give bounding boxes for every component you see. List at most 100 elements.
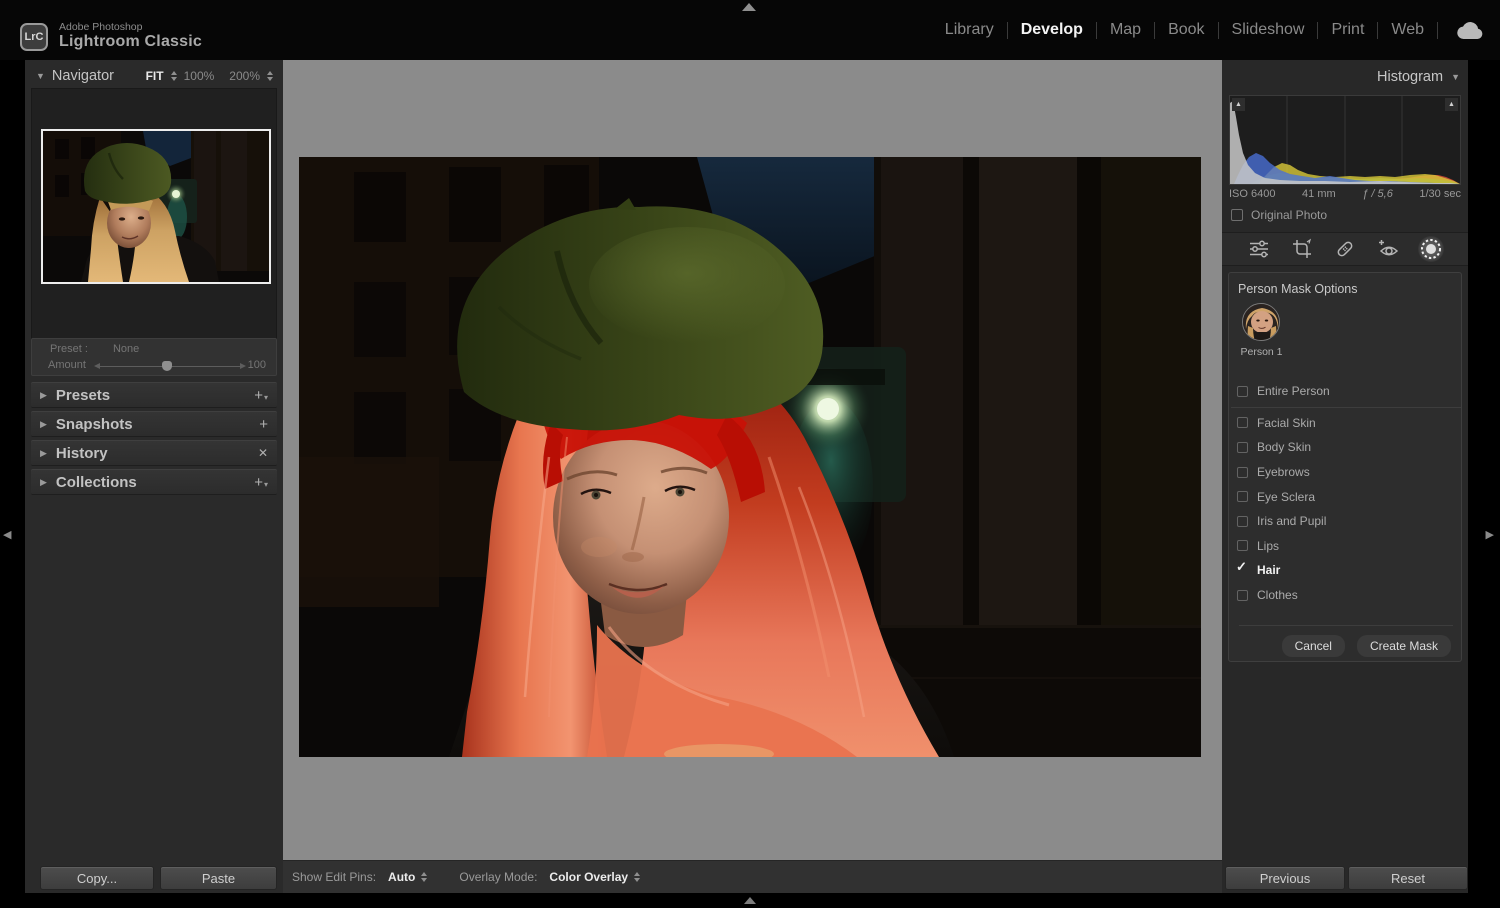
option-entire-person[interactable]: Entire Person	[1229, 379, 1463, 404]
mask-panel-buttons: Cancel Create Mask	[1282, 635, 1451, 657]
zoom-fit-stepper-icon[interactable]	[171, 71, 177, 81]
module-develop[interactable]: Develop	[1021, 21, 1083, 39]
section-history[interactable]: ▶ History ✕	[31, 440, 277, 466]
section-label: History	[56, 445, 108, 462]
cancel-button[interactable]: Cancel	[1282, 635, 1345, 657]
exif-aperture: ƒ / 5,6	[1362, 188, 1393, 200]
section-label: Snapshots	[56, 416, 133, 433]
expand-icon: ▶	[40, 390, 47, 401]
show-edit-pins-stepper-icon[interactable]	[421, 872, 427, 882]
section-label: Presets	[56, 387, 110, 404]
add-collection-button[interactable]: +▾	[254, 474, 268, 491]
add-preset-button[interactable]: +▾	[254, 387, 268, 404]
add-snapshot-button[interactable]: +	[259, 416, 268, 433]
preset-row: Preset : None	[50, 343, 139, 355]
option-facial-skin[interactable]: Facial Skin	[1229, 411, 1463, 436]
overlay-mode-dropdown[interactable]: Color Overlay	[549, 870, 628, 884]
shadow-clipping-indicator[interactable]: ▲	[1232, 98, 1245, 111]
clear-history-button[interactable]: ✕	[258, 446, 268, 460]
crop-tool-icon[interactable]	[1289, 236, 1315, 262]
paste-button[interactable]: Paste	[160, 866, 277, 890]
module-library[interactable]: Library	[945, 21, 994, 39]
exif-iso: ISO 6400	[1229, 188, 1275, 200]
create-mask-button[interactable]: Create Mask	[1357, 635, 1451, 657]
original-photo-row[interactable]: Original Photo	[1231, 208, 1327, 222]
cloud-sync-icon[interactable]	[1457, 21, 1484, 40]
masking-tool-icon[interactable]	[1418, 236, 1444, 262]
navigator-preview-area	[31, 88, 277, 360]
checkbox[interactable]	[1237, 417, 1248, 428]
amount-value: 100	[248, 359, 266, 371]
zoom-level-stepper-icon[interactable]	[267, 71, 273, 81]
red-eye-tool-icon[interactable]	[1375, 236, 1401, 262]
bottom-panel-collapse-arrow[interactable]	[744, 897, 756, 904]
section-snapshots[interactable]: ▶ Snapshots +	[31, 411, 277, 437]
preset-amount-box: Preset : None Amount 100	[31, 338, 277, 376]
option-eye-sclera[interactable]: Eye Sclera	[1229, 484, 1463, 509]
zoom-200-button[interactable]: 200%	[229, 69, 260, 83]
person-avatar[interactable]	[1242, 303, 1280, 341]
amount-slider-knob[interactable]	[162, 361, 172, 371]
checkbox[interactable]	[1237, 491, 1248, 502]
option-eyebrows[interactable]: Eyebrows	[1229, 460, 1463, 485]
checkbox[interactable]	[1237, 386, 1248, 397]
navigator-thumbnail[interactable]	[41, 129, 271, 284]
original-photo-checkbox[interactable]	[1231, 209, 1243, 221]
left-panel-collapse-arrow[interactable]: ◀	[3, 528, 11, 541]
person-label: Person 1	[1229, 346, 1294, 358]
zoom-100-button[interactable]: 100%	[184, 69, 215, 83]
expand-icon: ▶	[40, 448, 47, 459]
option-clothes[interactable]: Clothes	[1229, 583, 1463, 608]
healing-tool-icon[interactable]	[1332, 236, 1358, 262]
option-hair[interactable]: ✓ Hair	[1229, 558, 1463, 583]
amount-label: Amount	[48, 359, 86, 371]
show-edit-pins-dropdown[interactable]: Auto	[388, 870, 415, 884]
checkbox[interactable]	[1237, 540, 1248, 551]
mask-options-title: Person Mask Options	[1238, 282, 1358, 296]
checkbox[interactable]	[1237, 442, 1248, 453]
option-lips[interactable]: Lips	[1229, 534, 1463, 559]
right-gutter: ▶	[1468, 60, 1500, 893]
preset-value: None	[113, 343, 139, 355]
top-panel-collapse-arrow[interactable]	[742, 3, 756, 11]
photo-with-hair-mask-overlay[interactable]	[299, 157, 1201, 757]
module-separator	[1007, 22, 1008, 39]
mask-panel-divider	[1239, 625, 1453, 626]
amount-slider[interactable]	[100, 366, 240, 367]
module-map[interactable]: Map	[1110, 21, 1141, 39]
mask-option-list: Entire Person Facial Skin Body Skin Eyeb…	[1229, 379, 1463, 607]
edit-sliders-icon[interactable]	[1246, 236, 1272, 262]
highlight-clipping-indicator[interactable]: ▲	[1445, 98, 1458, 111]
overlay-mode-stepper-icon[interactable]	[634, 872, 640, 882]
copy-button[interactable]: Copy...	[40, 866, 154, 890]
module-web[interactable]: Web	[1391, 21, 1424, 39]
top-bar: LrC Adobe Photoshop Lightroom Classic Li…	[0, 0, 1500, 60]
module-book[interactable]: Book	[1168, 21, 1204, 39]
check-icon: ✓	[1236, 559, 1247, 575]
histogram-collapse-icon: ▼	[1451, 72, 1460, 82]
option-iris-and-pupil[interactable]: Iris and Pupil	[1229, 509, 1463, 534]
checkbox[interactable]	[1237, 516, 1248, 527]
checkbox-checked[interactable]: ✓	[1237, 565, 1248, 576]
option-divider	[1231, 407, 1461, 408]
section-collections[interactable]: ▶ Collections +▾	[31, 469, 277, 495]
module-separator	[1377, 22, 1378, 39]
section-presets[interactable]: ▶ Presets +▾	[31, 382, 277, 408]
module-separator	[1317, 22, 1318, 39]
previous-button[interactable]: Previous	[1225, 866, 1345, 890]
reset-button[interactable]: Reset	[1348, 866, 1468, 890]
histogram-header[interactable]: Histogram ▼	[1222, 65, 1468, 89]
right-panel-expand-arrow[interactable]: ▶	[1486, 528, 1494, 541]
zoom-fit-button[interactable]: FIT	[146, 69, 164, 83]
checkbox[interactable]	[1237, 467, 1248, 478]
checkbox[interactable]	[1237, 590, 1248, 601]
module-picker: Library Develop Map Book Slideshow Print…	[945, 0, 1484, 60]
histogram[interactable]: ▲ ▲	[1229, 95, 1461, 185]
module-separator	[1437, 22, 1438, 39]
module-print[interactable]: Print	[1331, 21, 1364, 39]
lrc-logo: LrC	[20, 23, 48, 51]
option-body-skin[interactable]: Body Skin	[1229, 435, 1463, 460]
person-mask-options-panel: Person Mask Options Person 1 Entire	[1228, 272, 1462, 662]
module-slideshow[interactable]: Slideshow	[1232, 21, 1305, 39]
navigator-header[interactable]: ▼ Navigator FIT 100% 200%	[25, 64, 283, 88]
